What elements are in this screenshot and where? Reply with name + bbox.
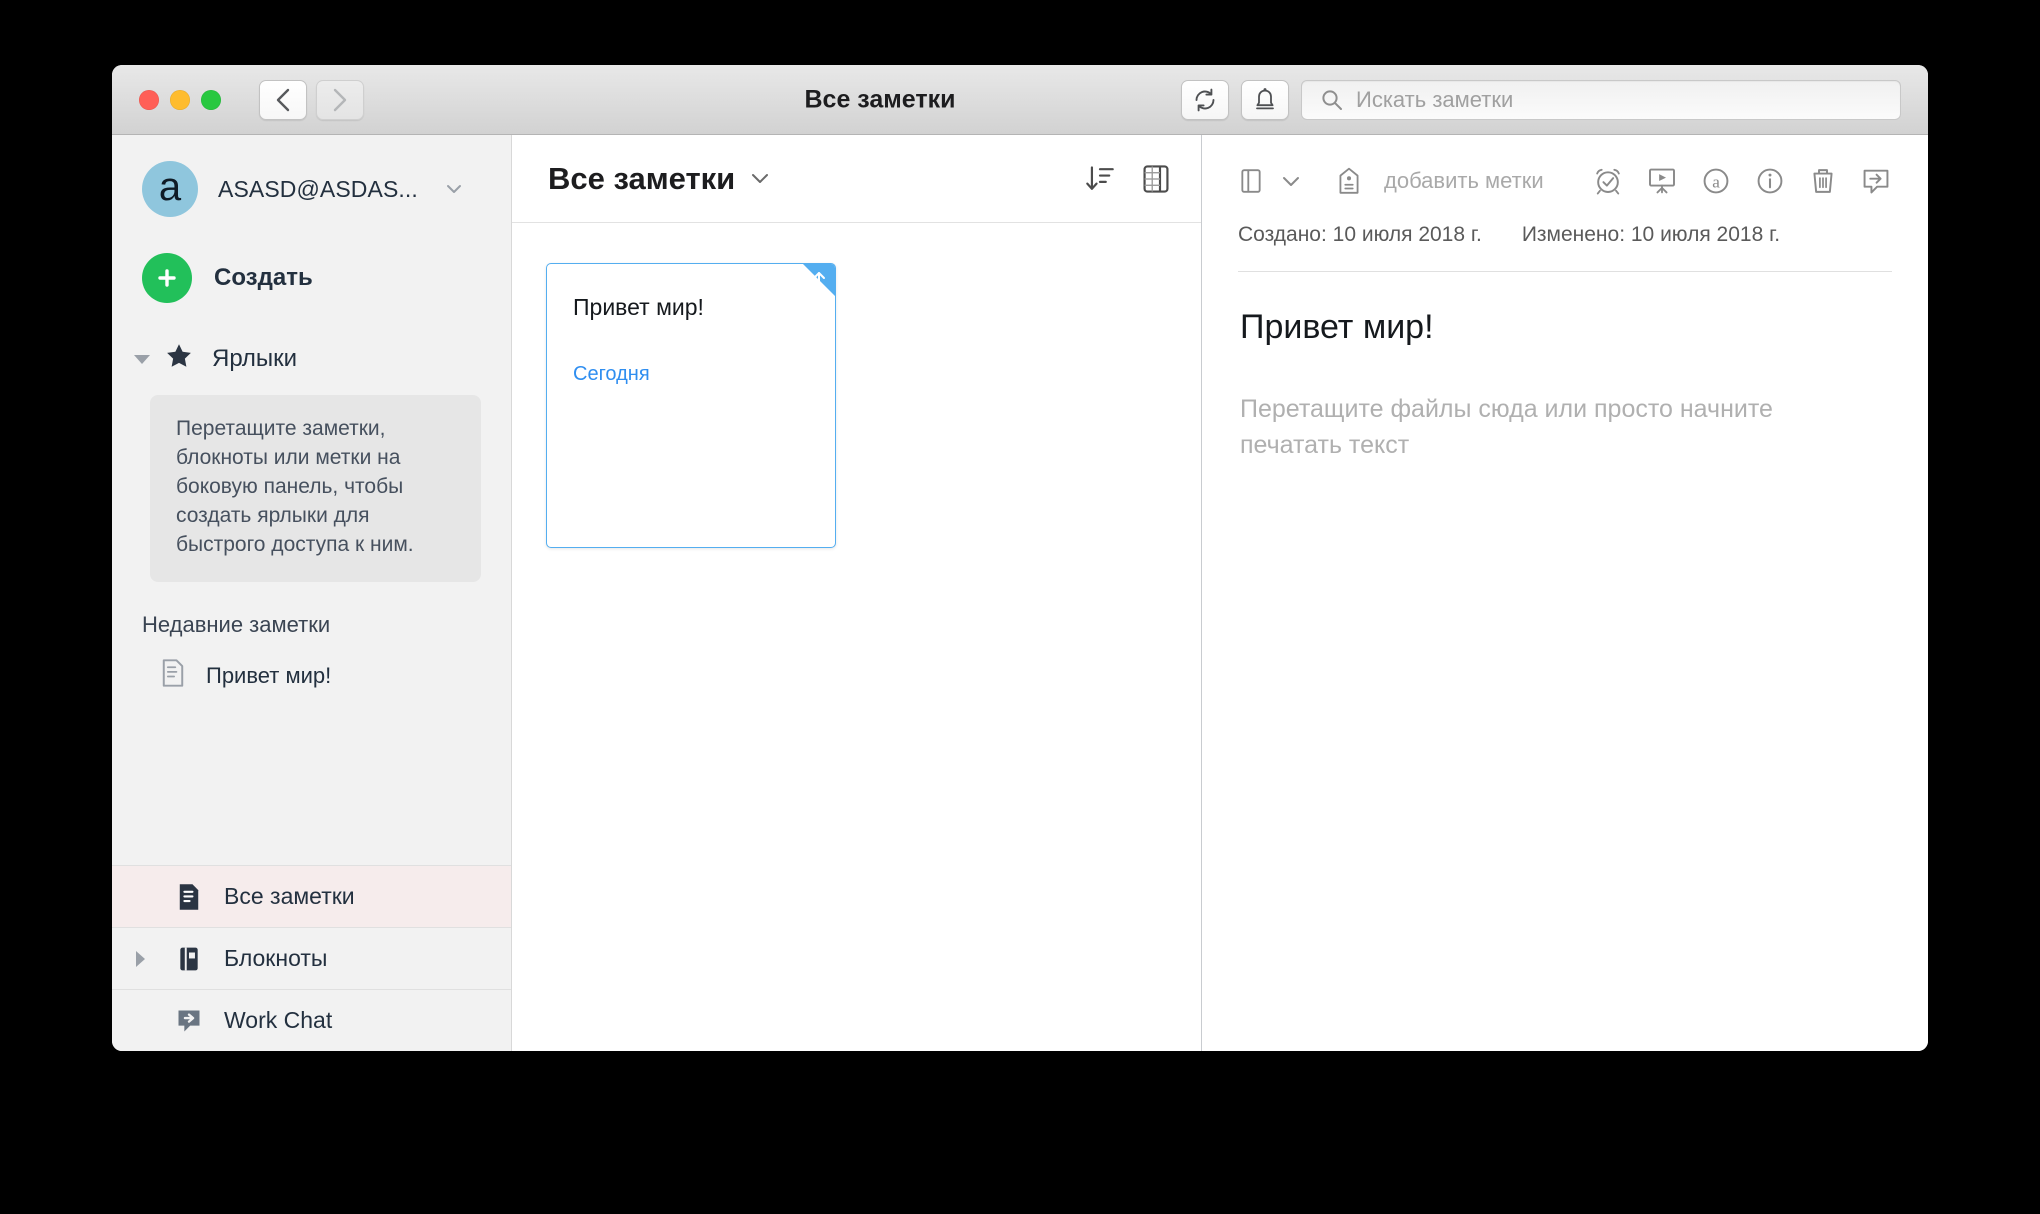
navigation-buttons — [259, 79, 364, 120]
note-body-placeholder[interactable]: Перетащите файлы сюда или просто начните… — [1202, 347, 1928, 464]
forward-button[interactable] — [316, 79, 364, 120]
create-note-label: Создать — [214, 264, 313, 291]
back-arrow-icon — [276, 88, 290, 111]
app-window: Все заметки Искать заметки a ASASD@ASDAS… — [112, 65, 1928, 1051]
recent-note-item[interactable]: Привет мир! — [112, 638, 511, 694]
back-button[interactable] — [259, 79, 307, 120]
account-row[interactable]: a ASASD@ASDAS... — [112, 135, 511, 217]
search-placeholder: Искать заметки — [1356, 86, 1514, 112]
sidebar-nav-list: Все заметки Блокноты Work Chat — [112, 865, 511, 1051]
view-layout-icon[interactable] — [1141, 163, 1171, 195]
add-tags-input[interactable]: добавить метки — [1384, 168, 1544, 194]
sidebar-item-work-chat[interactable]: Work Chat — [112, 989, 511, 1051]
recent-notes-title: Недавние заметки — [142, 611, 331, 637]
close-button[interactable] — [139, 89, 159, 110]
notebook-icon — [172, 944, 206, 974]
note-list-title: Все заметки — [548, 160, 736, 196]
traffic-lights — [139, 89, 221, 110]
svg-text:a: a — [1712, 172, 1720, 191]
sync-icon — [1195, 88, 1215, 111]
share-chat-icon[interactable] — [1860, 165, 1892, 197]
note-list-header: Все заметки — [512, 135, 1201, 223]
sidebar-item-label: Все заметки — [224, 883, 355, 909]
modified-date: Изменено: 10 июля 2018 г. — [1521, 223, 1781, 246]
trash-icon[interactable] — [1808, 165, 1838, 197]
annotate-icon[interactable]: a — [1700, 165, 1732, 197]
presentation-icon[interactable] — [1646, 165, 1678, 197]
star-icon — [164, 341, 194, 377]
editor-actions: a — [1592, 165, 1892, 197]
reminder-icon[interactable] — [1592, 165, 1624, 197]
note-card-title: Привет мир! — [573, 294, 704, 320]
notebook-icon[interactable] — [1238, 166, 1264, 196]
search-icon — [1322, 89, 1342, 110]
sync-button[interactable] — [1181, 79, 1229, 120]
account-email: ASASD@ASDAS... — [218, 175, 418, 202]
note-card-date: Сегодня — [573, 363, 650, 385]
chevron-down-icon[interactable] — [749, 171, 771, 186]
sidebar-item-label: Work Chat — [224, 1007, 333, 1033]
note-icon — [160, 658, 186, 694]
recent-note-label: Привет мир! — [206, 662, 332, 688]
editor-toolbar-left: добавить метки — [1238, 166, 1544, 196]
sidebar: a ASASD@ASDAS... Создать Ярлыки Перетащи… — [112, 135, 512, 1051]
shortcuts-label: Ярлыки — [212, 345, 298, 372]
zoom-button[interactable] — [201, 89, 221, 110]
sort-descending-icon[interactable] — [1085, 164, 1115, 194]
sidebar-item-all-notes[interactable]: Все заметки — [112, 865, 511, 927]
sidebar-item-label: Блокноты — [224, 945, 328, 971]
toolbar-right-group: Искать заметки — [1181, 79, 1901, 120]
window-body: a ASASD@ASDAS... Создать Ярлыки Перетащи… — [112, 135, 1928, 1051]
all-notes-icon — [172, 882, 206, 912]
chevron-down-icon[interactable] — [1280, 174, 1302, 189]
minimize-button[interactable] — [170, 89, 190, 110]
plus-icon — [142, 253, 192, 303]
shortcuts-hint: Перетащите заметки, блокноты или метки н… — [150, 395, 481, 582]
created-date: Создано: 10 июля 2018 г. — [1238, 223, 1482, 246]
note-editor-panel: добавить метки a Создано: 10 июля 2018 г… — [1202, 135, 1928, 1051]
create-note-button[interactable]: Создать — [112, 217, 511, 303]
info-icon[interactable] — [1754, 165, 1786, 197]
bell-icon — [1256, 87, 1274, 109]
avatar: a — [142, 161, 198, 217]
note-list-body: Привет мир! Сегодня — [512, 223, 1201, 1051]
forward-arrow-icon — [333, 88, 347, 111]
note-title-input[interactable]: Привет мир! — [1202, 272, 1928, 347]
arrow-up-icon — [808, 268, 830, 295]
window-titlebar: Все заметки Искать заметки — [112, 65, 1928, 135]
notifications-button[interactable] — [1241, 79, 1289, 120]
shortcuts-section-header[interactable]: Ярлыки — [112, 303, 511, 377]
tag-icon[interactable] — [1336, 166, 1362, 196]
work-chat-icon — [172, 1007, 206, 1035]
editor-dates: Создано: 10 июля 2018 г. Изменено: 10 ию… — [1202, 197, 1928, 247]
disclosure-triangle-icon[interactable] — [134, 354, 150, 364]
search-input[interactable]: Искать заметки — [1301, 79, 1901, 120]
editor-toolbar: добавить метки a — [1202, 135, 1928, 197]
sidebar-item-notebooks[interactable]: Блокноты — [112, 927, 511, 989]
note-list-panel: Все заметки Привет мир! Сегодня — [512, 135, 1202, 1051]
disclosure-triangle-icon[interactable] — [136, 950, 154, 967]
note-card[interactable]: Привет мир! Сегодня — [546, 263, 836, 548]
chevron-down-icon[interactable] — [444, 182, 464, 196]
window-title: Все заметки — [804, 85, 956, 113]
